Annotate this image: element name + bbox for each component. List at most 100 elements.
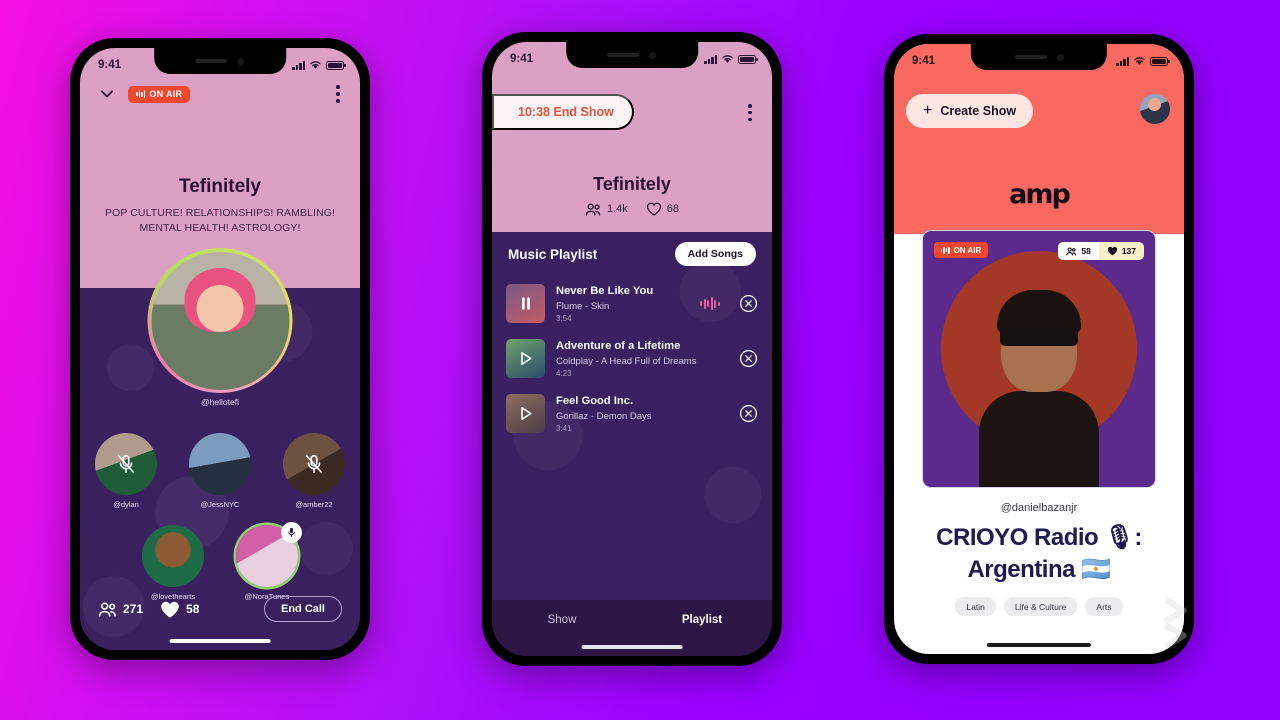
- remove-track-icon[interactable]: [739, 404, 758, 423]
- battery-icon: [738, 54, 758, 64]
- track-row[interactable]: Feel Good Inc. Gorillaz - Demon Days 3:4…: [492, 386, 772, 441]
- phone-2-show-title: Tefinitely: [593, 174, 671, 194]
- amp-wordmark: amp: [1009, 179, 1071, 210]
- description-line-2: MENTAL HEALTH! ASTROLOGY!: [139, 222, 301, 235]
- notch: [566, 42, 698, 68]
- people-icon: [1066, 247, 1077, 255]
- home-indicator: [581, 644, 683, 649]
- heart-icon: [646, 202, 661, 216]
- participant-avatar: [283, 433, 345, 495]
- status-time: 9:41: [510, 53, 534, 65]
- tab-playlist[interactable]: Playlist: [632, 614, 772, 626]
- earpiece-speaker: [195, 59, 228, 63]
- host-handle: @hellotefi: [201, 397, 239, 407]
- listener-count-value: 1.4k: [606, 203, 628, 215]
- profile-avatar[interactable]: [1140, 94, 1170, 124]
- broadcast-wave-icon: [136, 90, 146, 98]
- playlist-title: Music Playlist: [508, 246, 598, 262]
- phone-3-discover: 9:41 + Create Show amp ON AIR 58 137 @da…: [884, 34, 1194, 664]
- listener-count: 271: [98, 602, 143, 617]
- end-show-button[interactable]: 10:38 End Show: [492, 94, 634, 130]
- plus-icon: +: [923, 102, 933, 119]
- host-avatar-image: [151, 251, 289, 390]
- phone-2-show-stats: 1.4k 68: [492, 202, 772, 216]
- wifi-icon: [722, 55, 733, 63]
- track-title: Feel Good Inc.: [556, 395, 634, 408]
- people-icon: [98, 602, 116, 617]
- track-title: Adventure of a Lifetime: [556, 340, 681, 353]
- status-icons: [1116, 56, 1170, 66]
- kebab-menu-icon[interactable]: [332, 81, 344, 106]
- notch: [970, 44, 1108, 70]
- track-list: Never Be Like You Flume - Skin 3:54 Adve…: [492, 276, 772, 441]
- status-icons: [704, 54, 758, 64]
- home-indicator: [986, 642, 1092, 647]
- listener-count-value: 58: [1081, 246, 1091, 256]
- track-info: Adventure of a Lifetime Coldplay - A Hea…: [556, 339, 728, 378]
- broadcast-wave-icon: [941, 246, 950, 254]
- kebab-menu-icon[interactable]: [744, 100, 756, 125]
- show-card[interactable]: ON AIR 58 137: [922, 230, 1156, 488]
- cellular-signal-icon: [704, 54, 717, 64]
- play-icon[interactable]: [506, 394, 545, 433]
- muted-mic-icon: [305, 454, 323, 474]
- tag-life-and-culture[interactable]: Life & Culture: [1003, 597, 1078, 616]
- host-avatar[interactable]: [147, 248, 293, 393]
- heart-count[interactable]: 68: [646, 202, 679, 216]
- heart-count-value: 137: [1121, 246, 1136, 256]
- create-show-label: Create Show: [940, 104, 1017, 118]
- remove-track-icon[interactable]: [739, 349, 758, 368]
- sunglasses-icon: [1000, 327, 1078, 346]
- track-row[interactable]: Never Be Like You Flume - Skin 3:54: [492, 276, 772, 331]
- track-artwork: [506, 339, 545, 378]
- end-call-button[interactable]: End Call: [263, 596, 342, 622]
- track-duration: 4:23: [556, 368, 572, 378]
- tag-arts[interactable]: Arts: [1085, 597, 1123, 616]
- listener-count: 1.4k: [585, 202, 628, 216]
- earpiece-speaker: [607, 53, 640, 57]
- status-time: 9:41: [912, 55, 936, 67]
- front-camera: [237, 57, 245, 65]
- play-icon[interactable]: [506, 339, 545, 378]
- on-air-label: ON AIR: [953, 245, 982, 255]
- notch: [154, 48, 286, 74]
- participant-handle: @dylan: [113, 500, 139, 509]
- track-duration: 3:41: [556, 423, 572, 433]
- create-show-button[interactable]: + Create Show: [906, 94, 1034, 128]
- chevron-down-icon[interactable]: [96, 83, 118, 105]
- participant-avatar: [189, 433, 251, 495]
- playlist-header-row: Music Playlist Add Songs: [492, 242, 772, 266]
- phone-1-screen: 9:41 ON AIR Tefinitely POP CULTURE! RELA…: [80, 48, 360, 650]
- cellular-signal-icon: [292, 60, 305, 70]
- participant-amber22[interactable]: @amber22: [281, 433, 347, 509]
- tab-show[interactable]: Show: [492, 614, 632, 626]
- track-row[interactable]: Adventure of a Lifetime Coldplay - A Hea…: [492, 331, 772, 386]
- add-songs-button[interactable]: Add Songs: [674, 242, 756, 266]
- track-duration: 3:54: [556, 313, 572, 323]
- remove-track-icon[interactable]: [739, 294, 758, 313]
- phone-1-live-show: 9:41 ON AIR Tefinitely POP CULTURE! RELA…: [70, 38, 370, 660]
- participant-dylan[interactable]: @dylan: [93, 433, 159, 509]
- battery-icon: [326, 60, 346, 70]
- card-stats-pill: 58 137: [1058, 242, 1144, 260]
- show-tags: Latin Life & Culture Arts: [894, 597, 1184, 616]
- front-camera: [649, 51, 657, 59]
- participant-jessnyc[interactable]: @JessNYC: [187, 433, 253, 509]
- front-camera: [1056, 53, 1064, 61]
- people-icon: [585, 203, 601, 216]
- heart-count[interactable]: 58: [159, 600, 199, 619]
- tag-latin[interactable]: Latin: [955, 597, 996, 616]
- heart-icon: [1107, 246, 1117, 256]
- on-air-badge: ON AIR: [128, 85, 191, 103]
- on-air-label: ON AIR: [149, 89, 183, 99]
- track-title: Never Be Like You: [556, 285, 654, 298]
- status-time: 9:41: [98, 59, 122, 71]
- participant-avatar: [142, 525, 204, 587]
- listener-count-value: 271: [123, 602, 144, 616]
- pause-icon[interactable]: [506, 284, 545, 323]
- muted-mic-icon: [117, 454, 135, 474]
- phone-2-screen: 9:41 10:38 End Show Tefinitely 1.4k 68 M…: [492, 42, 772, 656]
- heart-icon: [161, 601, 179, 618]
- show-title: CRIOYO Radio 🎙: Argentina 🇦🇷: [918, 522, 1160, 587]
- mic-icon: [288, 527, 295, 538]
